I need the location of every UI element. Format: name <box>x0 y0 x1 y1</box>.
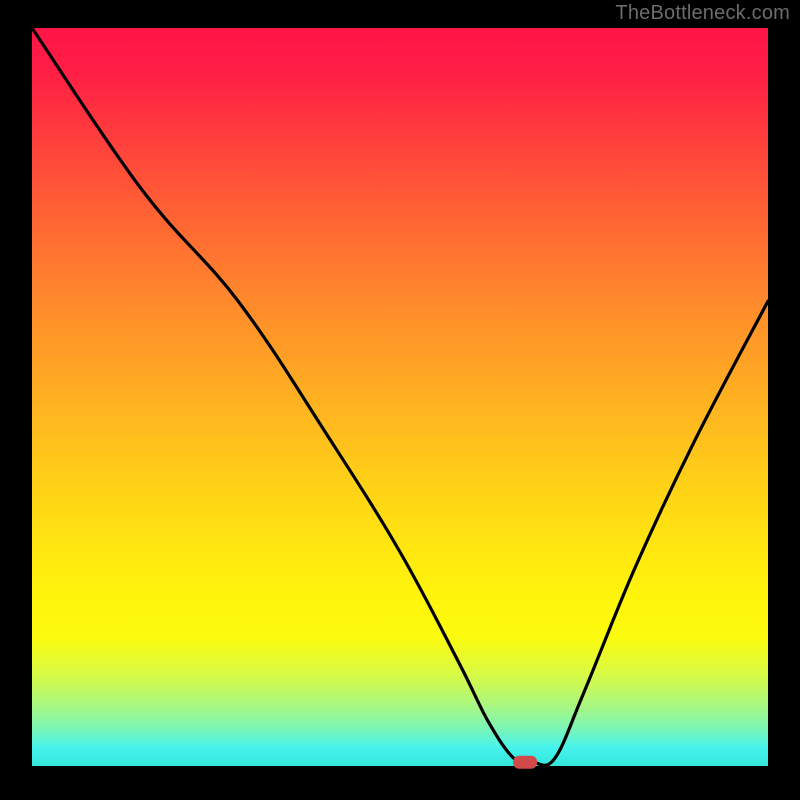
curve-line <box>32 28 768 765</box>
curve-overlay <box>32 28 768 766</box>
plot-area <box>32 28 768 766</box>
watermark-text: TheBottleneck.com <box>615 2 790 25</box>
minimum-marker <box>513 756 537 769</box>
chart-container: TheBottleneck.com <box>0 0 800 800</box>
